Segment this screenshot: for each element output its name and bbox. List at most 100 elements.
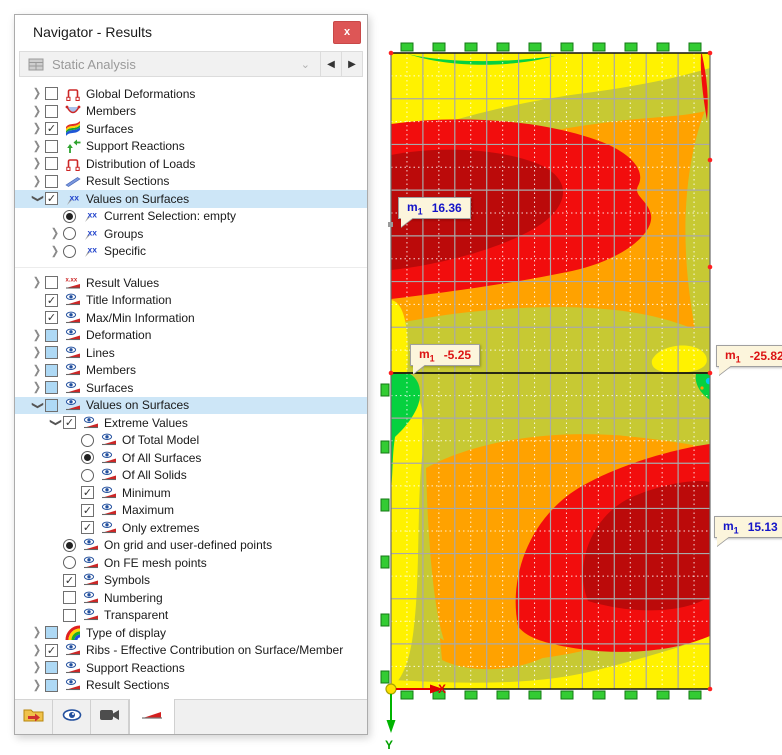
- tree-item-transparent[interactable]: Transparent: [15, 607, 367, 625]
- chevron-collapsed-icon[interactable]: ❯: [29, 276, 45, 289]
- contour-plot[interactable]: [380, 38, 782, 755]
- checkbox-surfaces[interactable]: ✓: [45, 122, 58, 136]
- chevron-collapsed-icon[interactable]: ❯: [29, 122, 45, 135]
- chevron-collapsed-icon[interactable]: ❯: [29, 364, 45, 377]
- tree-item-distribution-of-loads[interactable]: ❯ Distribution of Loads: [15, 155, 367, 173]
- checkbox-extreme-values[interactable]: ✓: [63, 416, 76, 430]
- tree-item-extreme-values[interactable]: ❯ ✓ Extreme Values: [15, 414, 367, 432]
- radio-current-selection-empty[interactable]: [63, 209, 76, 223]
- chevron-collapsed-icon[interactable]: ❯: [29, 140, 45, 153]
- checkbox-result-values[interactable]: [45, 276, 58, 290]
- chevron-expanded-icon[interactable]: ❯: [47, 417, 63, 428]
- chevron-collapsed-icon[interactable]: ❯: [29, 626, 45, 639]
- tree-item-result-sections[interactable]: ❯ Result Sections: [15, 173, 367, 191]
- checkbox-result-sections[interactable]: [45, 174, 58, 188]
- checkbox-title-information[interactable]: ✓: [45, 293, 58, 307]
- checkbox-deformation[interactable]: [45, 328, 58, 342]
- radio-on-grid-and-user-defined-points[interactable]: [63, 538, 76, 552]
- tree-item-of-total-model[interactable]: Of Total Model: [15, 432, 367, 450]
- chevron-down-icon[interactable]: ⌄: [291, 58, 320, 71]
- chevron-collapsed-icon[interactable]: ❯: [29, 346, 45, 359]
- chevron-collapsed-icon[interactable]: ❯: [29, 87, 45, 100]
- tree-item-maximum[interactable]: ✓ Maximum: [15, 502, 367, 520]
- chevron-collapsed-icon[interactable]: ❯: [47, 245, 63, 258]
- chevron-collapsed-icon[interactable]: ❯: [29, 381, 45, 394]
- checkbox-symbols[interactable]: ✓: [63, 573, 76, 587]
- tree-item-surfaces[interactable]: ❯ Surfaces: [15, 379, 367, 397]
- checkbox-values-on-surfaces[interactable]: [45, 398, 58, 412]
- tree-item-members[interactable]: ❯ Members: [15, 103, 367, 121]
- tree-item-only-extremes[interactable]: ✓ Only extremes: [15, 519, 367, 537]
- tree-item-support-reactions[interactable]: ❯ Support Reactions: [15, 138, 367, 156]
- tree-item-result-sections[interactable]: ❯ Result Sections: [15, 677, 367, 695]
- tab-results-navigator[interactable]: [129, 699, 175, 734]
- tree-item-minimum[interactable]: ✓ Minimum: [15, 484, 367, 502]
- checkbox-max-min-information[interactable]: ✓: [45, 311, 58, 325]
- checkbox-minimum[interactable]: ✓: [81, 486, 94, 500]
- tree-item-type-of-display[interactable]: ❯ Type of display: [15, 624, 367, 642]
- tab-display-navigator[interactable]: [53, 700, 91, 734]
- chevron-collapsed-icon[interactable]: ❯: [29, 157, 45, 170]
- model-viewport[interactable]: X Y m1 16.36 m1 -5.25 m1 -25.82 m1 15.13: [380, 38, 782, 755]
- tree-item-on-fe-mesh-points[interactable]: On FE mesh points: [15, 554, 367, 572]
- checkbox-support-reactions[interactable]: [45, 139, 58, 153]
- checkbox-result-sections[interactable]: [45, 678, 58, 692]
- checkbox-support-reactions[interactable]: [45, 661, 58, 675]
- checkbox-ribs-effective-contribution-on-surface-member[interactable]: ✓: [45, 643, 58, 657]
- radio-of-all-surfaces[interactable]: [81, 451, 94, 465]
- chevron-expanded-icon[interactable]: ❯: [29, 193, 45, 204]
- checkbox-distribution-of-loads[interactable]: [45, 157, 58, 171]
- prev-arrow-icon[interactable]: ◀: [320, 52, 341, 76]
- radio-groups[interactable]: [63, 227, 76, 241]
- tree-item-members[interactable]: ❯ Members: [15, 362, 367, 380]
- next-arrow-icon[interactable]: ▶: [341, 52, 362, 76]
- chevron-collapsed-icon[interactable]: ❯: [29, 661, 45, 674]
- tab-views-navigator[interactable]: [91, 700, 129, 734]
- analysis-selector[interactable]: Static Analysis ⌄ ◀ ▶: [19, 51, 363, 77]
- checkbox-only-extremes[interactable]: ✓: [81, 521, 94, 535]
- tree-item-surfaces[interactable]: ❯ ✓ Surfaces: [15, 120, 367, 138]
- tree-item-groups[interactable]: ❯ xx Groups: [15, 225, 367, 243]
- tree-item-of-all-solids[interactable]: Of All Solids: [15, 467, 367, 485]
- tree-item-ribs-effective-contribution-on-surface-member[interactable]: ❯ ✓ Ribs - Effective Contribution on Surfa…: [15, 642, 367, 660]
- tree-item-values-on-surfaces[interactable]: ❯ ✓ xx Values on Surfaces: [15, 190, 367, 208]
- origin-node[interactable]: [385, 683, 397, 695]
- tree-item-current-selection-empty[interactable]: xx Current Selection: empty: [15, 208, 367, 226]
- radio-on-fe-mesh-points[interactable]: [63, 556, 76, 570]
- checkbox-type-of-display[interactable]: [45, 626, 58, 640]
- chevron-collapsed-icon[interactable]: ❯: [47, 227, 63, 240]
- navigator-titlebar[interactable]: Navigator - Results x: [15, 15, 367, 49]
- tree-item-on-grid-and-user-defined-points[interactable]: On grid and user-defined points: [15, 537, 367, 555]
- chevron-collapsed-icon[interactable]: ❯: [29, 644, 45, 657]
- tree-item-lines[interactable]: ❯ Lines: [15, 344, 367, 362]
- radio-specific[interactable]: [63, 244, 76, 258]
- tree-item-symbols[interactable]: ✓ Symbols: [15, 572, 367, 590]
- tree-item-title-information[interactable]: ✓ Title Information: [15, 292, 367, 310]
- tree-item-values-on-surfaces[interactable]: ❯ Values on Surfaces: [15, 396, 367, 414]
- tree-item-global-deformations[interactable]: ❯ Global Deformations: [15, 85, 367, 103]
- close-button[interactable]: x: [333, 20, 361, 44]
- checkbox-members[interactable]: [45, 104, 58, 118]
- checkbox-surfaces[interactable]: [45, 381, 58, 395]
- chevron-collapsed-icon[interactable]: ❯: [29, 175, 45, 188]
- tree-item-support-reactions[interactable]: ❯ Support Reactions: [15, 659, 367, 677]
- tree-item-deformation[interactable]: ❯ Deformation: [15, 327, 367, 345]
- tree-item-specific[interactable]: ❯ xx Specific: [15, 243, 367, 261]
- checkbox-numbering[interactable]: [63, 591, 76, 605]
- tree-item-max-min-information[interactable]: ✓ Max/Min Information: [15, 309, 367, 327]
- chevron-expanded-icon[interactable]: ❯: [29, 400, 45, 411]
- checkbox-global-deformations[interactable]: [45, 87, 58, 101]
- checkbox-maximum[interactable]: ✓: [81, 503, 94, 517]
- chevron-collapsed-icon[interactable]: ❯: [29, 329, 45, 342]
- checkbox-values-on-surfaces[interactable]: ✓: [45, 192, 58, 206]
- radio-of-total-model[interactable]: [81, 433, 94, 447]
- checkbox-members[interactable]: [45, 363, 58, 377]
- radio-of-all-solids[interactable]: [81, 468, 94, 482]
- checkbox-transparent[interactable]: [63, 608, 76, 622]
- tree-item-numbering[interactable]: Numbering: [15, 589, 367, 607]
- tab-data-navigator[interactable]: [15, 700, 53, 734]
- checkbox-lines[interactable]: [45, 346, 58, 360]
- chevron-collapsed-icon[interactable]: ❯: [29, 105, 45, 118]
- chevron-collapsed-icon[interactable]: ❯: [29, 679, 45, 692]
- tree-item-result-values[interactable]: ❯ x.xx Result Values: [15, 274, 367, 292]
